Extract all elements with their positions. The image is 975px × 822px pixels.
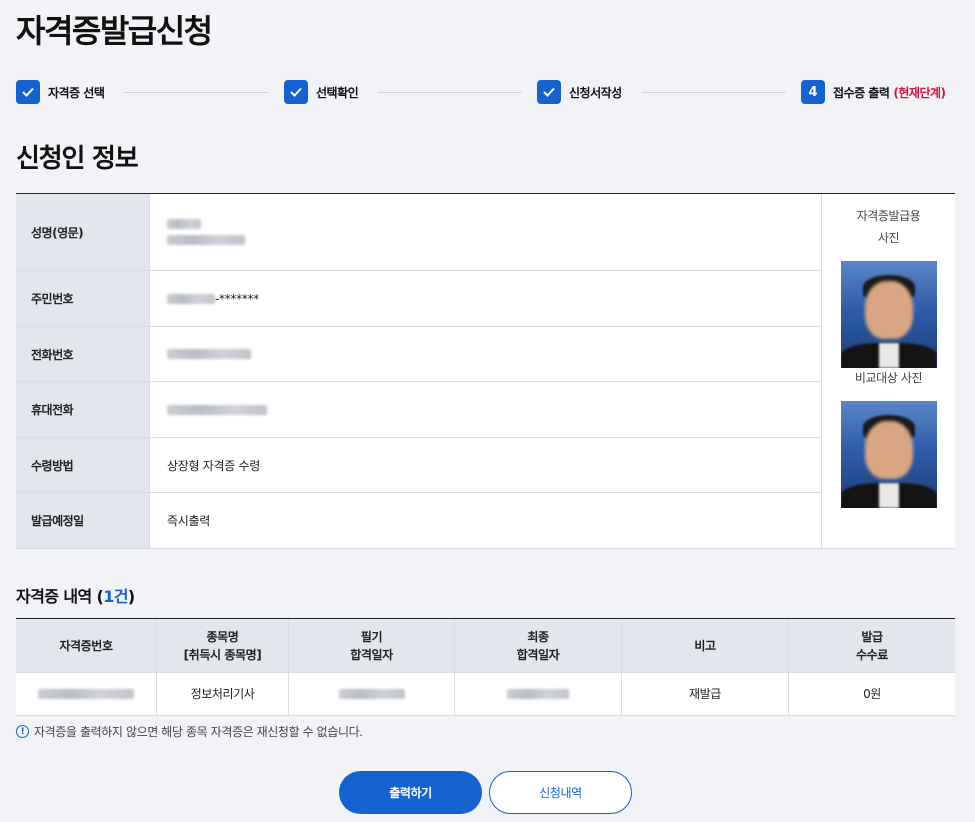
- check-icon: [537, 80, 561, 104]
- history-button[interactable]: 신청내역: [489, 771, 632, 814]
- step-label: 신청서작성: [569, 85, 622, 100]
- cert-number-cell: [16, 673, 156, 715]
- progress-stepper: 자격증 선택 선택확인 신청서작성 4 접수증 출력 (현재단계): [16, 80, 956, 106]
- notice: ! 자격증을 출력하지 않으면 해당 종목 자격증은 재신청할 수 없습니다.: [16, 723, 363, 740]
- column-header: 최종 합격일자: [454, 619, 621, 672]
- step-4: 4 접수증 출력 (현재단계): [801, 80, 946, 104]
- masked-value: [338, 689, 405, 699]
- final-date-cell: [454, 673, 621, 715]
- step-3: 신청서작성: [537, 80, 622, 104]
- certificates-count: 1건: [103, 587, 128, 606]
- photo-column: 자격증발급용 사진 비교대상 사진: [821, 194, 955, 549]
- item-name-cell: 정보처리기사: [156, 673, 288, 715]
- table-row: 정보처리기사 재발급 0원: [16, 673, 955, 716]
- table-row: 휴대전화: [16, 382, 821, 438]
- row-label: 주민번호: [16, 271, 149, 326]
- masked-value: [507, 689, 569, 699]
- row-label: 휴대전화: [16, 382, 149, 437]
- certificates-title: 자격증 내역 (1건): [16, 583, 135, 607]
- compare-photo-label: 비교대상 사진: [854, 371, 923, 385]
- step-label: 접수증 출력 (현재단계): [833, 84, 946, 101]
- photo-label: 사진: [877, 231, 900, 245]
- compare-photo: [841, 401, 937, 508]
- print-button[interactable]: 출력하기: [339, 771, 482, 814]
- masked-value: [167, 219, 201, 229]
- table-row: 성명(영문): [16, 194, 821, 271]
- photo-label: 자격증발급용: [856, 209, 921, 223]
- step-2: 선택확인: [284, 80, 359, 104]
- column-header: 종목명 [취득시 종목명]: [156, 619, 288, 672]
- row-value: -*******: [149, 271, 821, 326]
- current-step-tag: (현재단계): [893, 85, 946, 100]
- certificates-title-close: ): [127, 587, 135, 606]
- step-number-badge: 4: [801, 80, 825, 104]
- masked-value: [167, 294, 215, 304]
- step-label: 자격증 선택: [48, 85, 105, 100]
- row-value: 상장형 자격증 수령: [149, 438, 821, 492]
- page-title: 자격증발급신청: [16, 12, 213, 50]
- masked-value: [38, 689, 134, 699]
- row-value: [149, 327, 821, 381]
- masked-value: [167, 349, 251, 359]
- masked-suffix: -*******: [215, 291, 259, 306]
- check-icon: [284, 80, 308, 104]
- column-header: 발급 수수료: [788, 619, 955, 672]
- certificates-title-text: 자격증 내역 (: [16, 587, 104, 606]
- table-row: 수령방법 상장형 자격증 수령: [16, 438, 821, 493]
- check-icon: [16, 80, 40, 104]
- step-label-text: 접수증 출력: [833, 85, 890, 100]
- row-label: 발급예정일: [16, 493, 149, 548]
- row-value: 즉시출력: [149, 493, 821, 548]
- step-divider: [642, 92, 786, 93]
- fee-cell: 0원: [788, 673, 955, 715]
- notice-text: 자격증을 출력하지 않으면 해당 종목 자격증은 재신청할 수 없습니다.: [34, 725, 363, 739]
- row-value-masked: [149, 194, 821, 270]
- row-value: [149, 382, 821, 437]
- step-divider: [378, 92, 522, 93]
- row-label: 수령방법: [16, 438, 149, 492]
- section-title-applicant: 신청인 정보: [16, 144, 139, 174]
- row-label: 성명(영문): [16, 194, 149, 270]
- masked-value: [167, 235, 245, 245]
- applicant-photo: [841, 261, 937, 368]
- column-header: 자격증번호: [59, 638, 113, 653]
- table-row: 전화번호: [16, 327, 821, 382]
- row-label: 전화번호: [16, 327, 149, 381]
- written-date-cell: [288, 673, 454, 715]
- table-header-row: 자격증번호 종목명 [취득시 종목명] 필기 합격일자 최종 합격일자 비고 발급 수수…: [16, 619, 955, 673]
- step-divider: [124, 92, 268, 93]
- step-1: 자격증 선택: [16, 80, 105, 104]
- note-cell: 재발급: [621, 673, 788, 715]
- applicant-info-table: 성명(영문) 주민번호 -******* 전화번호 휴대전화 수령방법 상장형 …: [16, 193, 955, 549]
- table-row: 주민번호 -*******: [16, 271, 821, 327]
- column-header: 필기 합격일자: [288, 619, 454, 672]
- table-row: 발급예정일 즉시출력: [16, 493, 821, 549]
- step-label: 선택확인: [316, 85, 359, 100]
- column-header: 비고: [621, 619, 788, 672]
- masked-value: [167, 404, 267, 415]
- exclamation-circle-icon: !: [16, 725, 29, 738]
- certificates-table: 자격증번호 종목명 [취득시 종목명] 필기 합격일자 최종 합격일자 비고 발급 수수…: [16, 618, 955, 716]
